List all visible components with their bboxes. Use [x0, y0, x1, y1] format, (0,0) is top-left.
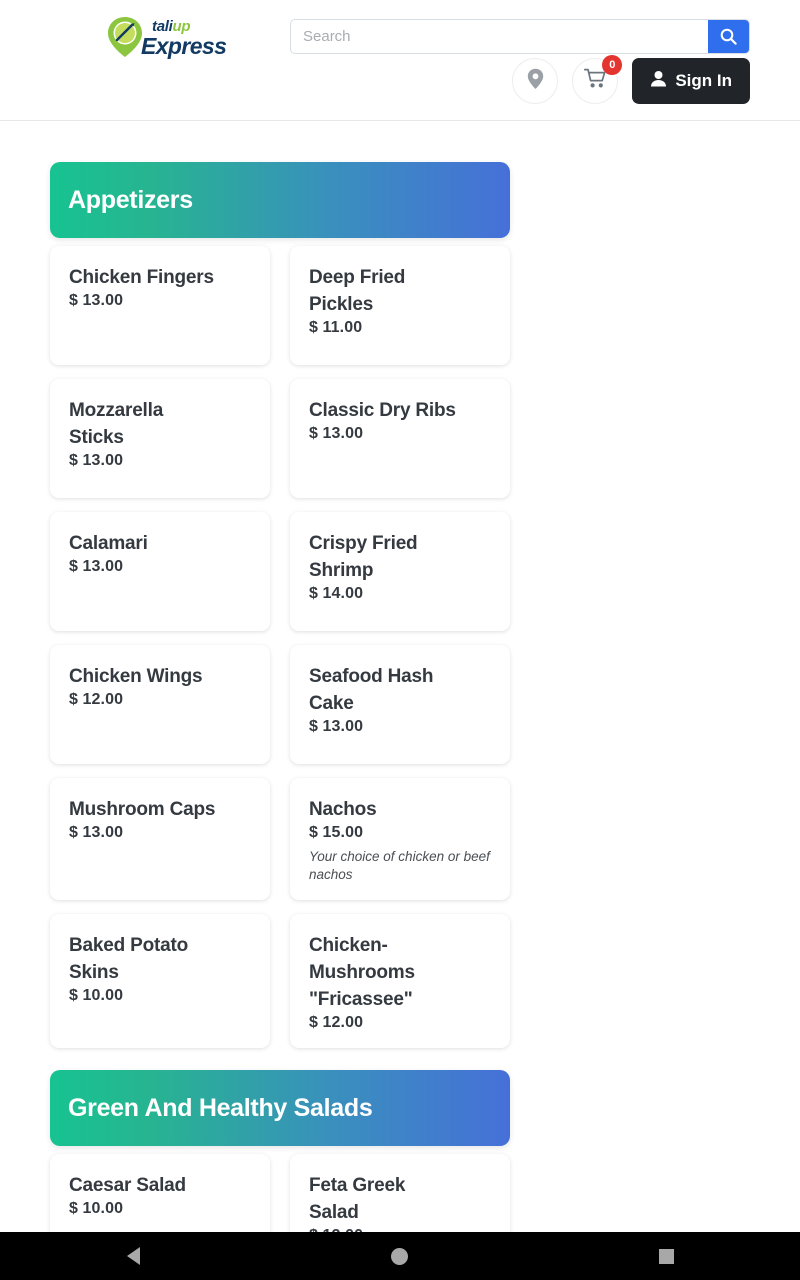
menu-item-name: Calamari	[69, 533, 148, 554]
menu-item-name: Seafood Hash Cake	[309, 666, 434, 714]
menu-item-name: Chicken Fingers	[69, 267, 214, 288]
location-pin-logo-icon	[105, 15, 145, 59]
menu-item-card[interactable]: Crispy Fried Shrimp $ 14.00	[290, 512, 510, 631]
menu-item-price: $ 10.00	[69, 987, 124, 1004]
sign-in-button[interactable]: Sign In	[632, 58, 750, 104]
home-circle-icon	[391, 1247, 409, 1265]
section-title: Appetizers	[68, 185, 193, 214]
section-banner: Green And Healthy Salads	[50, 1070, 510, 1146]
menu-item-description: Your choice of chicken or beef nachos	[309, 849, 490, 882]
brand-logo-top-line: taliup	[152, 19, 226, 34]
menu-item-price: $ 15.00	[309, 824, 364, 841]
menu-item-name: Crispy Fried Shrimp	[309, 533, 418, 581]
brand-logo-up: up	[172, 17, 191, 35]
menu-content: Appetizers Chicken Fingers $ 13.00 Deep Fri…	[0, 121, 800, 1273]
menu-item-name: Deep Fried Pickles	[309, 267, 406, 315]
menu-item-name: Mushroom Caps	[69, 799, 216, 820]
menu-item-card[interactable]: Chicken-Mushrooms "Fricassee" $ 12.00	[290, 914, 510, 1048]
menu-item-price: $ 13.00	[69, 292, 124, 309]
menu-item-price: $ 12.00	[309, 1014, 364, 1031]
map-pin-icon	[527, 68, 544, 95]
search-bar	[290, 19, 750, 54]
menu-item-name: Feta Greek Salad	[309, 1175, 406, 1223]
section-title: Green And Healthy Salads	[68, 1093, 373, 1122]
brand-logo-tali: tali	[152, 17, 173, 35]
menu-item-price: $ 13.00	[69, 452, 124, 469]
menu-item-price: $ 12.00	[69, 691, 124, 708]
menu-item-card[interactable]: Mushroom Caps $ 13.00	[50, 778, 270, 900]
recents-square-icon	[659, 1248, 675, 1264]
menu-item-card[interactable]: Chicken Wings $ 12.00	[50, 645, 270, 764]
menu-item-name: Mozzarella Sticks	[69, 400, 164, 448]
brand-logo-express: Express	[141, 32, 227, 59]
user-icon	[650, 70, 667, 92]
menu-column: Appetizers Chicken Fingers $ 13.00 Deep Fri…	[0, 121, 510, 1273]
menu-item-card[interactable]: Mozzarella Sticks $ 13.00	[50, 379, 270, 498]
search-submit-button[interactable]	[708, 20, 749, 53]
menu-item-name: Classic Dry Ribs	[309, 400, 456, 421]
menu-item-price: $ 13.00	[309, 718, 364, 735]
menu-item-name: Nachos	[309, 799, 377, 820]
menu-item-price: $ 10.00	[69, 1200, 124, 1217]
shopping-cart-icon	[583, 68, 607, 94]
brand-logo[interactable]: taliup Express	[105, 14, 227, 60]
menu-item-card[interactable]: Seafood Hash Cake $ 13.00	[290, 645, 510, 764]
nav-home-button[interactable]	[267, 1232, 534, 1280]
brand-logo-text: taliup Express	[141, 19, 227, 59]
android-navigation-bar	[0, 1232, 800, 1280]
section-banner: Appetizers	[50, 162, 510, 238]
menu-item-grid: Chicken Fingers $ 13.00 Deep Fried Pickles…	[50, 246, 510, 1048]
menu-item-price: $ 11.00	[309, 319, 363, 336]
menu-item-name: Baked Potato Skins	[69, 935, 189, 983]
nav-back-button[interactable]	[0, 1232, 267, 1280]
search-input[interactable]	[291, 20, 708, 53]
menu-item-name: Chicken-Mushrooms "Fricassee"	[309, 935, 415, 1010]
menu-item-card[interactable]: Calamari $ 13.00	[50, 512, 270, 631]
menu-item-card[interactable]: Chicken Fingers $ 13.00	[50, 246, 270, 365]
header-actions: 0 Sign In	[512, 55, 750, 104]
menu-item-price: $ 13.00	[69, 824, 124, 841]
menu-item-price: $ 13.00	[309, 425, 364, 442]
menu-item-card[interactable]: Nachos $ 15.00 Your choice of chicken or b…	[290, 778, 510, 900]
menu-item-name: Chicken Wings	[69, 666, 203, 687]
menu-item-price: $ 14.00	[309, 585, 364, 602]
menu-item-card[interactable]: Classic Dry Ribs $ 13.00	[290, 379, 510, 498]
search-icon	[720, 28, 737, 45]
nav-recents-button[interactable]	[533, 1232, 800, 1280]
sign-in-label: Sign In	[675, 71, 732, 90]
site-header: taliup Express Search 0 Sign In	[0, 0, 800, 121]
menu-item-price: $ 13.00	[69, 558, 124, 575]
menu-item-card[interactable]: Deep Fried Pickles $ 11.00	[290, 246, 510, 365]
location-button[interactable]	[512, 58, 559, 104]
cart-count-badge: 0	[602, 55, 623, 75]
cart-button[interactable]: 0	[572, 55, 623, 104]
menu-item-name: Caesar Salad	[69, 1175, 186, 1196]
back-triangle-icon	[126, 1247, 140, 1265]
menu-item-card[interactable]: Baked Potato Skins $ 10.00	[50, 914, 270, 1048]
app-page: taliup Express Search 0 Sign In Appetize…	[0, 0, 800, 1280]
